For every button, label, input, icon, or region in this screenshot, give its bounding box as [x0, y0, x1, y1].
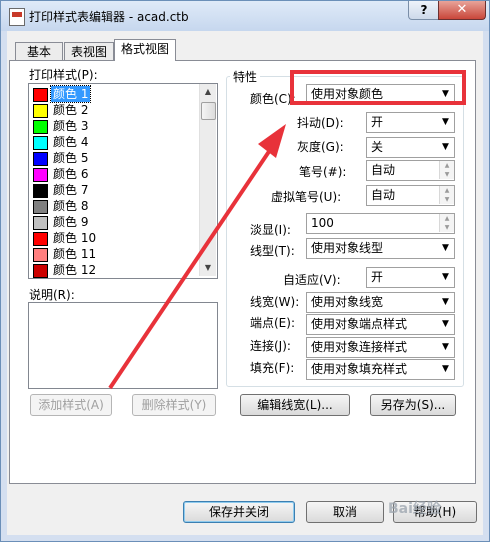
edit-lineweights-button[interactable]: 编辑线宽(L)...	[240, 394, 350, 416]
color-swatch	[33, 264, 48, 278]
list-item[interactable]: 颜色 9	[31, 214, 199, 230]
color-swatch	[33, 200, 48, 214]
color-combo[interactable]: 使用对象颜色 ▼	[306, 84, 455, 105]
color-swatch	[33, 232, 48, 246]
chevron-down-icon: ▼	[442, 272, 449, 282]
line-end-label: 端点(E):	[250, 316, 295, 330]
grayscale-combo[interactable]: 关 ▼	[366, 137, 455, 158]
virtual-pen-spinner[interactable]: 自动 ▲ ▼	[366, 185, 455, 206]
spin-up-icon[interactable]: ▲	[439, 186, 454, 195]
description-label: 说明(R):	[29, 288, 75, 302]
save-and-close-button[interactable]: 保存并关闭	[183, 501, 295, 523]
color-swatch	[33, 120, 48, 134]
list-item[interactable]: 颜色 11	[31, 246, 199, 262]
chevron-down-icon: ▼	[442, 117, 449, 127]
list-item[interactable]: 颜色 2	[31, 102, 199, 118]
adaptive-combo[interactable]: 开 ▼	[366, 267, 455, 288]
color-swatch	[33, 184, 48, 198]
chevron-down-icon: ▼	[442, 297, 449, 307]
list-item[interactable]: 颜色 10	[31, 230, 199, 246]
spin-down-icon[interactable]: ▼	[439, 170, 454, 179]
color-swatch	[33, 248, 48, 262]
fill-label: 填充(F):	[250, 361, 295, 375]
lineweight-combo[interactable]: 使用对象线宽 ▼	[306, 292, 455, 313]
title-bar[interactable]: 打印样式表编辑器 - acad.ctb ? ✕	[1, 1, 489, 31]
color-swatch	[33, 216, 48, 230]
close-button[interactable]: ✕	[438, 1, 486, 20]
screening-label: 淡显(I):	[250, 223, 291, 237]
list-item[interactable]: 颜色 3	[31, 118, 199, 134]
plot-styles-scrollbar[interactable]: ▲ ▼	[199, 84, 216, 276]
add-style-button[interactable]: 添加样式(A)	[30, 394, 112, 416]
cancel-button[interactable]: 取消	[306, 501, 384, 523]
properties-group-title: 特性	[230, 68, 261, 85]
pen-label: 笔号(#):	[299, 165, 347, 179]
dither-label: 抖动(D):	[297, 116, 344, 130]
chevron-down-icon: ▼	[442, 142, 449, 152]
window-title: 打印样式表编辑器 - acad.ctb	[29, 10, 189, 24]
fill-combo[interactable]: 使用对象填充样式 ▼	[306, 359, 455, 380]
spin-up-icon[interactable]: ▲	[439, 161, 454, 170]
chevron-down-icon: ▼	[442, 319, 449, 329]
line-join-label: 连接(J):	[250, 339, 291, 353]
tab-basic[interactable]: 基本	[15, 42, 63, 61]
color-swatch	[33, 104, 48, 118]
linetype-label: 线型(T):	[250, 244, 295, 258]
linetype-combo[interactable]: 使用对象线型 ▼	[306, 238, 455, 259]
save-as-button[interactable]: 另存为(S)...	[370, 394, 456, 416]
delete-style-button[interactable]: 删除样式(Y)	[132, 394, 216, 416]
watermark: Bai经验	[388, 501, 441, 517]
app-icon	[9, 8, 25, 26]
color-swatch	[33, 88, 48, 102]
chevron-down-icon: ▼	[442, 243, 449, 253]
tab-table-view[interactable]: 表视图	[64, 42, 114, 61]
help-title-button[interactable]: ?	[408, 1, 440, 20]
color-swatch	[33, 168, 48, 182]
plot-style-editor-window: 打印样式表编辑器 - acad.ctb ? ✕ 基本 表视图 格式视图 打印样式…	[0, 0, 490, 542]
scroll-down-arrow-icon[interactable]: ▼	[200, 260, 216, 276]
description-textarea[interactable]	[28, 302, 218, 389]
list-item[interactable]: 颜色 8	[31, 198, 199, 214]
list-item[interactable]: 颜色 4	[31, 134, 199, 150]
list-item[interactable]: 颜色 5	[31, 150, 199, 166]
list-item[interactable]: 颜色 7	[31, 182, 199, 198]
chevron-down-icon: ▼	[442, 364, 449, 374]
color-swatch	[33, 136, 48, 150]
grayscale-label: 灰度(G):	[297, 140, 344, 154]
dither-combo[interactable]: 开 ▼	[366, 112, 455, 133]
line-end-combo[interactable]: 使用对象端点样式 ▼	[306, 314, 455, 335]
spin-down-icon[interactable]: ▼	[439, 195, 454, 204]
lineweight-label: 线宽(W):	[250, 295, 300, 309]
spin-down-icon[interactable]: ▼	[439, 223, 454, 232]
list-item[interactable]: 颜色 12	[31, 262, 199, 278]
virtual-pen-label: 虚拟笔号(U):	[271, 190, 342, 204]
scroll-thumb[interactable]	[201, 102, 216, 120]
chevron-down-icon: ▼	[442, 89, 449, 99]
plot-styles-label: 打印样式(P):	[29, 68, 98, 82]
tab-form-view[interactable]: 格式视图	[114, 39, 176, 61]
scroll-up-arrow-icon[interactable]: ▲	[200, 84, 216, 100]
chevron-down-icon: ▼	[442, 342, 449, 352]
spin-up-icon[interactable]: ▲	[439, 214, 454, 223]
color-label: 颜色(C):	[250, 92, 296, 106]
plot-styles-list[interactable]: 颜色 1 颜色 2 颜色 3 颜色 4 颜色 5 颜色 6 颜色 7 颜色 8 …	[28, 83, 218, 279]
color-swatch	[33, 152, 48, 166]
list-item[interactable]: 颜色 6	[31, 166, 199, 182]
screening-spinner[interactable]: 100 ▲ ▼	[306, 213, 455, 234]
line-join-combo[interactable]: 使用对象连接样式 ▼	[306, 337, 455, 358]
pen-spinner[interactable]: 自动 ▲ ▼	[366, 160, 455, 181]
list-item[interactable]: 颜色 1	[31, 85, 199, 103]
adaptive-label: 自适应(V):	[283, 273, 341, 287]
